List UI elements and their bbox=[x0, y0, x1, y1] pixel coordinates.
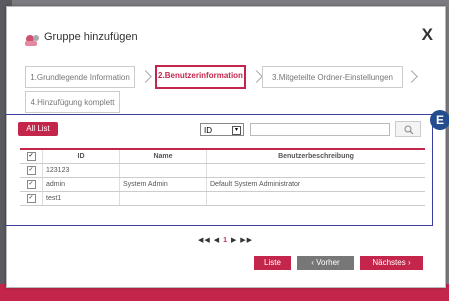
search-input[interactable] bbox=[250, 123, 390, 136]
first-page-icon[interactable]: ◀◀ bbox=[198, 237, 211, 244]
cell-name bbox=[119, 191, 207, 206]
previous-button[interactable]: ‹ Vorher bbox=[297, 256, 354, 270]
group-icon bbox=[25, 35, 39, 46]
row-checkbox-cell[interactable]: ✓ bbox=[20, 191, 43, 206]
chevron-down-icon: ▾ bbox=[232, 126, 241, 135]
step-1-basic-info: 1.Grundlegende Information bbox=[25, 66, 135, 88]
dialog-title: Gruppe hinzufügen bbox=[44, 31, 138, 43]
row-checkbox[interactable]: ✓ bbox=[26, 166, 36, 175]
cell-id: admin bbox=[42, 177, 120, 192]
table-header-row: ✓ ID Name Benutzerbeschreibung bbox=[20, 148, 425, 164]
table-row[interactable]: ✓ 123123 bbox=[20, 163, 425, 178]
row-checkbox-cell[interactable]: ✓ bbox=[20, 177, 43, 192]
pagination: ◀◀ ◀ 1 ▶ ▶▶ bbox=[198, 236, 253, 244]
cell-name: System Admin bbox=[119, 177, 207, 192]
cell-description: Default System Administrator bbox=[206, 177, 425, 192]
next-page-icon[interactable]: ▶ bbox=[231, 237, 237, 244]
row-checkbox-cell[interactable]: ✓ bbox=[20, 163, 43, 178]
step-3-shared-folder-settings: 3.Mitgeteilte Ordner-Einstellungen bbox=[262, 66, 403, 88]
column-header-description: Benutzerbeschreibung bbox=[206, 148, 425, 164]
step-badge: E bbox=[430, 110, 449, 130]
prev-page-icon[interactable]: ◀ bbox=[214, 237, 220, 244]
cell-description bbox=[206, 163, 425, 178]
table-row[interactable]: ✓ admin System Admin Default System Admi… bbox=[20, 177, 425, 192]
list-button[interactable]: Liste bbox=[254, 256, 291, 270]
cell-description bbox=[206, 191, 425, 206]
select-all-checkbox-cell[interactable]: ✓ bbox=[20, 148, 43, 164]
table-row[interactable]: ✓ test1 bbox=[20, 191, 425, 206]
step-4-completion: 4.Hinzufügung komplett bbox=[25, 91, 120, 113]
next-button[interactable]: Nächstes › bbox=[360, 256, 423, 270]
step-2-user-info: 2.Benutzerinformation bbox=[155, 65, 246, 89]
column-header-name: Name bbox=[119, 148, 207, 164]
cell-id: 123123 bbox=[42, 163, 120, 178]
user-table: ✓ ID Name Benutzerbeschreibung ✓ 123123 … bbox=[20, 148, 425, 206]
search-field-select[interactable]: ID ▾ bbox=[200, 123, 244, 136]
search-field-select-value: ID bbox=[204, 126, 212, 135]
cell-name bbox=[119, 163, 207, 178]
cell-id: test1 bbox=[42, 191, 120, 206]
row-checkbox[interactable]: ✓ bbox=[26, 194, 36, 203]
search-button[interactable] bbox=[395, 121, 421, 137]
current-page[interactable]: 1 bbox=[223, 237, 228, 244]
all-list-button[interactable]: All List bbox=[18, 122, 58, 136]
search-icon bbox=[404, 125, 414, 135]
close-icon[interactable]: X bbox=[422, 25, 433, 45]
select-all-checkbox[interactable]: ✓ bbox=[26, 152, 36, 161]
last-page-icon[interactable]: ▶▶ bbox=[240, 237, 253, 244]
row-checkbox[interactable]: ✓ bbox=[26, 180, 36, 189]
column-header-id: ID bbox=[42, 148, 120, 164]
